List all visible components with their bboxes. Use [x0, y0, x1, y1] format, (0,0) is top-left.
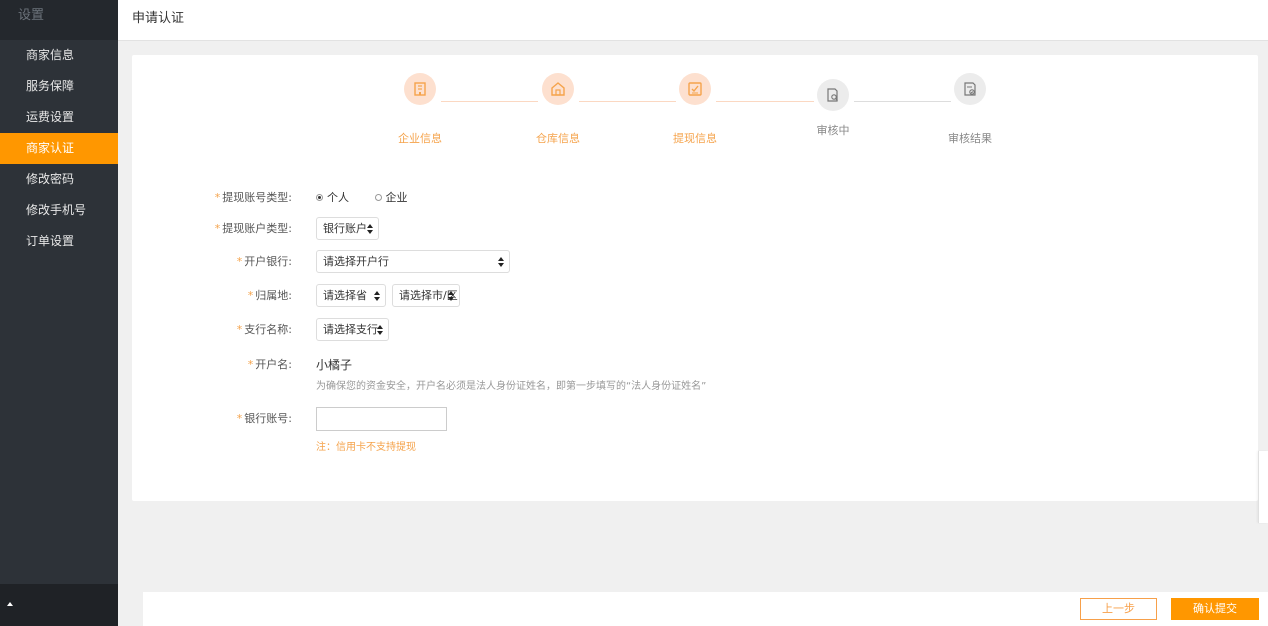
document-search-icon — [827, 88, 838, 102]
select-arrow-icon — [448, 291, 454, 301]
select-city[interactable]: 请选择市/区 — [392, 284, 460, 307]
progress-steps: 企业信息 仓库信息 提现信息 审核中 审核结果 — [132, 55, 1258, 155]
bottom-action-bar: 上一步 确认提交 — [143, 592, 1268, 626]
step-connector — [579, 101, 676, 102]
select-branch[interactable]: 请选择支行 — [316, 318, 389, 341]
label-bank-account-number: 银行账号: — [244, 412, 292, 425]
radio-enterprise[interactable]: 企业 — [374, 186, 408, 210]
floating-side-panel[interactable] — [1258, 451, 1268, 523]
step-label: 审核结果 — [948, 132, 992, 145]
row-location: * 归属地: 请选择省 请选择市/区 — [132, 284, 1258, 308]
row-bank: * 开户银行: 请选择开户行 — [132, 250, 1258, 274]
step-connector — [716, 101, 814, 102]
sidebar-item-service-guarantee[interactable]: 服务保障 — [0, 71, 118, 102]
radio-personal[interactable]: 个人 — [316, 186, 349, 210]
sidebar-item-shipping-settings[interactable]: 运费设置 — [0, 102, 118, 133]
label-account-holder: 开户名: — [255, 358, 292, 371]
building-icon — [414, 82, 426, 96]
collapse-caret-icon[interactable] — [7, 602, 13, 606]
sidebar-item-merchant-certification[interactable]: 商家认证 — [0, 133, 118, 164]
select-arrow-icon — [374, 291, 380, 301]
sidebar: 设置 商家信息 服务保障 运费设置 商家认证 修改密码 修改手机号 订单设置 — [0, 0, 118, 626]
sidebar-item-merchant-info[interactable]: 商家信息 — [0, 40, 118, 71]
row-branch: * 支行名称: 请选择支行 — [132, 318, 1258, 342]
select-arrow-icon — [498, 257, 504, 267]
credit-card-note: 注：信用卡不支持提现 — [316, 442, 416, 453]
select-province[interactable]: 请选择省 — [316, 284, 386, 307]
label-location: 归属地: — [255, 289, 292, 302]
row-account-type: * 提现账号类型: 个人 企业 — [132, 186, 1258, 210]
document-check-icon — [964, 82, 976, 96]
row-account-holder: * 开户名: 小橘子 为确保您的资金安全，开户名必须是法人身份证姓名，即第一步填写… — [132, 353, 1258, 397]
row-account-kind: * 提现账户类型: 银行账户 — [132, 217, 1258, 241]
top-header: 申请认证 — [118, 0, 1268, 41]
step-connector — [854, 101, 951, 102]
step-label: 提现信息 — [673, 132, 717, 145]
checklist-icon — [688, 82, 702, 96]
step-connector — [441, 101, 538, 102]
select-account-kind[interactable]: 银行账户 — [316, 217, 379, 240]
sidebar-menu: 商家信息 服务保障 运费设置 商家认证 修改密码 修改手机号 订单设置 — [0, 40, 118, 257]
select-arrow-icon — [367, 224, 373, 234]
sidebar-item-change-phone[interactable]: 修改手机号 — [0, 195, 118, 226]
select-arrow-icon — [377, 325, 383, 335]
step-label: 企业信息 — [398, 132, 442, 145]
confirm-submit-button[interactable]: 确认提交 — [1171, 598, 1259, 620]
page-title: 申请认证 — [132, 11, 185, 26]
account-holder-value: 小橘子 — [316, 358, 353, 372]
step-label: 仓库信息 — [536, 132, 580, 145]
label-account-kind: 提现账户类型: — [222, 222, 292, 235]
sidebar-item-order-settings[interactable]: 订单设置 — [0, 226, 118, 257]
bank-account-number-input[interactable] — [316, 407, 447, 431]
sidebar-item-change-password[interactable]: 修改密码 — [0, 164, 118, 195]
label-bank: 开户银行: — [244, 255, 292, 268]
label-branch: 支行名称: — [244, 323, 292, 336]
step-label: 审核中 — [816, 124, 850, 137]
account-holder-hint: 为确保您的资金安全，开户名必须是法人身份证姓名，即第一步填写的“法人身份证姓名” — [316, 381, 707, 392]
label-account-type: 提现账号类型: — [222, 191, 292, 204]
select-bank[interactable]: 请选择开户行 — [316, 250, 510, 273]
sidebar-header: 设置 — [0, 0, 118, 40]
sidebar-footer — [0, 584, 118, 626]
prev-step-button[interactable]: 上一步 — [1080, 598, 1157, 620]
certification-card: 企业信息 仓库信息 提现信息 审核中 审核结果 * 提现账号类型: 个人 企业 … — [132, 55, 1258, 501]
warehouse-icon — [551, 82, 565, 96]
row-bank-account-number: * 银行账号: 注：信用卡不支持提现 — [132, 407, 1258, 453]
